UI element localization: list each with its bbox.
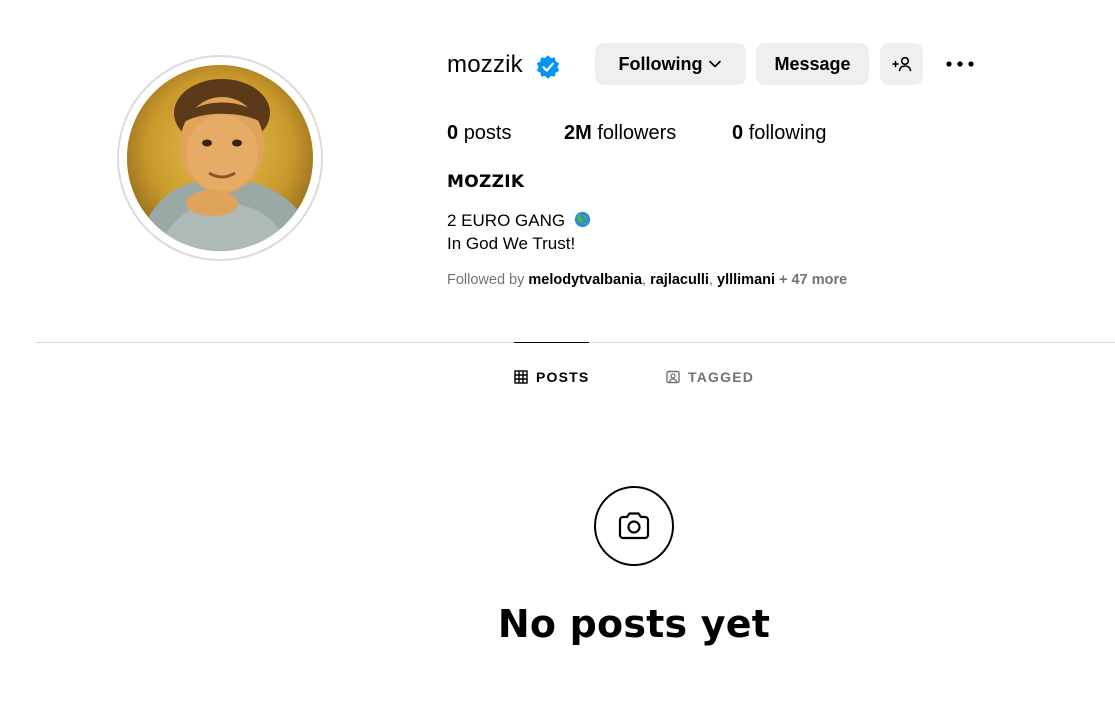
profile-username[interactable]: mozzik — [447, 48, 523, 82]
empty-state-title: No posts yet — [497, 602, 771, 646]
camera-icon — [618, 512, 650, 540]
chevron-down-icon — [709, 60, 722, 68]
followed-by-user[interactable]: rajlaculli — [650, 272, 709, 288]
followed-by[interactable]: Followed by melodytvalbania, rajlaculli,… — [447, 270, 847, 290]
avatar[interactable] — [127, 65, 313, 251]
grid-icon — [514, 370, 528, 384]
tab-tagged[interactable]: TAGGED — [666, 367, 754, 387]
message-button[interactable]: Message — [756, 43, 869, 85]
followed-by-prefix: Followed by — [447, 272, 525, 288]
tab-posts[interactable]: POSTS — [514, 367, 589, 387]
bio-line-1: 2 EURO GANG — [447, 209, 591, 232]
empty-state-camera — [594, 486, 674, 566]
following-dropdown-button[interactable]: Following — [595, 43, 746, 85]
profile-page: mozzik Following Message 0 posts 2M foll… — [0, 0, 1115, 720]
avatar-ring[interactable] — [117, 55, 323, 261]
following-count-label: following — [748, 122, 827, 144]
add-user-icon — [891, 56, 911, 72]
followed-by-user[interactable]: melodytvalbania — [528, 272, 642, 288]
profile-full-name: MOZZIK — [447, 172, 525, 192]
followers-link[interactable]: 2M followers — [564, 120, 676, 146]
bio-line-1-text: 2 EURO GANG — [447, 211, 566, 230]
avatar-image — [127, 65, 313, 251]
posts-count-label: posts — [463, 122, 512, 144]
followed-by-more[interactable]: + 47 more — [779, 272, 847, 288]
followers-count-label: followers — [597, 122, 677, 144]
message-button-label: Message — [774, 53, 851, 74]
following-button-label: Following — [618, 53, 703, 74]
tab-posts-label: POSTS — [536, 369, 590, 385]
profile-bio: 2 EURO GANG In God We Trust! — [447, 209, 591, 255]
bio-line-2: In God We Trust! — [447, 234, 576, 253]
globe-icon — [574, 211, 590, 228]
posts-count: 0 posts — [447, 120, 512, 146]
following-link[interactable]: 0 following — [732, 120, 827, 146]
suggest-similar-accounts-button[interactable] — [880, 43, 923, 85]
tab-tagged-label: TAGGED — [688, 369, 755, 385]
more-dots-icon — [946, 61, 974, 67]
posts-count-value: 0 — [447, 122, 459, 144]
tagged-icon — [666, 370, 680, 384]
active-tab-indicator — [514, 342, 589, 343]
following-count-value: 0 — [732, 122, 744, 144]
more-options-button[interactable] — [942, 50, 978, 78]
followed-by-user[interactable]: ylllimani — [717, 272, 775, 288]
verified-badge-icon — [536, 55, 560, 79]
followers-count-value: 2M — [564, 122, 592, 144]
